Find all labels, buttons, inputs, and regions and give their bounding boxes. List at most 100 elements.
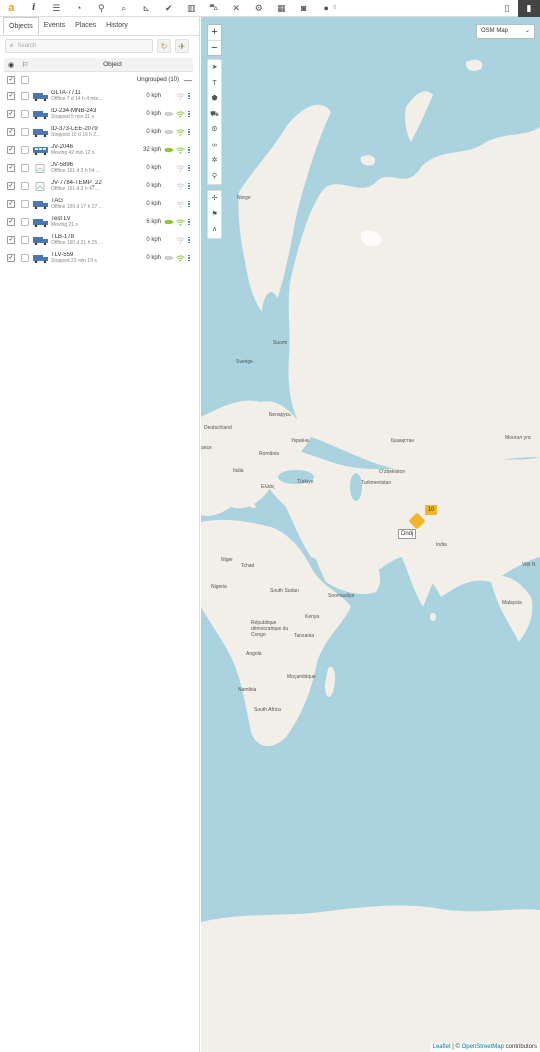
object-visible-checkbox[interactable]: ✓ bbox=[7, 236, 15, 244]
group-visible-checkbox[interactable]: ✓ bbox=[7, 76, 15, 84]
object-menu-icon[interactable] bbox=[185, 164, 193, 172]
zoom-in-button[interactable]: + bbox=[208, 25, 221, 40]
object-follow-checkbox[interactable] bbox=[21, 236, 29, 244]
refresh-button[interactable]: ↻ bbox=[157, 39, 171, 53]
object-row[interactable]: ✓ ID-234-MNB-243 Stopped 5 min 31 s 0 kph bbox=[4, 105, 193, 123]
object-follow-checkbox[interactable] bbox=[21, 200, 29, 208]
add-object-button[interactable]: ✈ bbox=[175, 39, 189, 53]
speedometer-icon[interactable]: ◔ bbox=[68, 0, 91, 17]
object-row[interactable]: ✓ TLV-559 Stopped 23 min 19 s 0 kph bbox=[4, 249, 193, 267]
object-follow-checkbox[interactable] bbox=[21, 254, 29, 262]
car-icon[interactable]: ⛍ bbox=[203, 0, 226, 17]
object-visible-checkbox[interactable]: ✓ bbox=[7, 254, 15, 262]
map-label-niger: Niger bbox=[221, 557, 233, 563]
object-menu-icon[interactable] bbox=[185, 254, 193, 262]
object-row[interactable]: ✓ JV-2046 Moving 42 min 12 s 32 kph bbox=[4, 141, 193, 159]
object-row[interactable]: ✓ Test LV Moving 21 s 6 kph bbox=[4, 213, 193, 231]
object-menu-icon[interactable] bbox=[185, 182, 193, 190]
object-visible-checkbox[interactable]: ✓ bbox=[7, 110, 15, 118]
chart-icon[interactable]: ⊾ bbox=[135, 0, 158, 17]
object-visible-checkbox[interactable]: ✓ bbox=[7, 146, 15, 154]
info-icon[interactable]: i bbox=[23, 0, 46, 17]
object-follow-checkbox[interactable] bbox=[21, 110, 29, 118]
search-input[interactable]: ⌕ Search bbox=[5, 39, 153, 53]
osm-link[interactable]: OpenStreetMap bbox=[462, 1044, 504, 1050]
navigate-icon[interactable]: ➤ bbox=[208, 60, 221, 76]
leaflet-link[interactable]: Leaflet bbox=[433, 1044, 451, 1050]
object-menu-icon[interactable] bbox=[185, 236, 193, 244]
tab-events[interactable]: Events bbox=[39, 17, 70, 35]
object-visible-checkbox[interactable]: ✓ bbox=[7, 200, 15, 208]
car-tool-icon[interactable]: ⛟ bbox=[208, 107, 221, 123]
map-type-select[interactable]: OSM Map ⌄ bbox=[476, 24, 535, 39]
object-visible-checkbox[interactable]: ✓ bbox=[7, 128, 15, 136]
follow-icon[interactable]: ⚐ bbox=[18, 61, 32, 69]
calendar-icon[interactable]: ▦ bbox=[270, 0, 293, 17]
group-follow-checkbox[interactable] bbox=[21, 76, 29, 84]
search-icon[interactable]: ⌕ bbox=[113, 0, 136, 17]
map-label-belarus: Беларусь bbox=[269, 412, 291, 418]
object-follow-checkbox[interactable] bbox=[21, 92, 29, 100]
object-menu-icon[interactable] bbox=[185, 146, 193, 154]
object-follow-checkbox[interactable] bbox=[21, 128, 29, 136]
object-visible-checkbox[interactable]: ✓ bbox=[7, 164, 15, 172]
route-tool-icon[interactable]: ∞ bbox=[208, 138, 221, 154]
object-row[interactable]: ✓ GLTA-7711 Offline 7 d 14 h 4 min... 0 kph bbox=[4, 87, 193, 105]
object-row[interactable]: ✓ JV-5896 Offline 161 d 3 h 54 ... 0 kph bbox=[4, 159, 193, 177]
notification-count: 0 bbox=[333, 5, 337, 11]
object-visible-checkbox[interactable]: ✓ bbox=[7, 218, 15, 226]
object-menu-icon[interactable] bbox=[185, 218, 193, 226]
object-visible-checkbox[interactable]: ✓ bbox=[7, 92, 15, 100]
gear-tool-icon[interactable]: ⚙ bbox=[208, 122, 221, 138]
map-view[interactable]: + − ➤ T ⬟ ⛟ ⚙ ∞ ✲ ⚲ ✢ ⚑ ∧ OSM Map ⌄ Norg… bbox=[201, 17, 540, 1052]
object-status: Offline 161 d 3 h 47... bbox=[51, 186, 99, 192]
object-row[interactable]: ✓ TLB-178 Offline 160 d 21 h 25 ... 0 kph bbox=[4, 231, 193, 249]
panel-toggle-icon[interactable]: ▮ bbox=[518, 0, 540, 17]
cluster-badge[interactable]: 10 bbox=[425, 505, 437, 515]
object-menu-icon[interactable] bbox=[185, 110, 193, 118]
map-label-uzbekistan: Oʻzbekiston bbox=[379, 469, 406, 475]
object-menu-icon[interactable] bbox=[185, 200, 193, 208]
refresh-icon: ↻ bbox=[160, 41, 168, 51]
object-row[interactable]: ✓ JV-7784-TEMP_22 Offline 161 d 3 h 47... 0… bbox=[4, 177, 193, 195]
settings-icon[interactable]: ☰ bbox=[45, 0, 68, 17]
app-logo[interactable]: a bbox=[0, 0, 23, 17]
mobile-icon[interactable]: ▯ bbox=[496, 0, 518, 17]
object-follow-checkbox[interactable] bbox=[21, 146, 29, 154]
object-row[interactable]: ✓ TAG Offline 109 d 17 h 27 ... 0 kph bbox=[4, 195, 193, 213]
tab-places[interactable]: Places bbox=[70, 17, 101, 35]
object-menu-icon[interactable] bbox=[185, 128, 193, 136]
check-icon[interactable]: ✔ bbox=[158, 0, 181, 17]
shield-icon[interactable]: ⬟ bbox=[208, 91, 221, 107]
map-label-india: India bbox=[436, 542, 447, 548]
map-tools: ➤ T ⬟ ⛟ ⚙ ∞ ✲ ⚲ bbox=[207, 59, 222, 185]
tab-history[interactable]: History bbox=[101, 17, 133, 35]
zoom-out-button[interactable]: − bbox=[208, 40, 221, 55]
tab-objects[interactable]: Objects bbox=[3, 17, 39, 35]
object-follow-checkbox[interactable] bbox=[21, 182, 29, 190]
map-pin-icon[interactable]: ⚲ bbox=[90, 0, 113, 17]
ruler-icon[interactable]: ∧ bbox=[208, 222, 221, 238]
book-icon[interactable]: ▥ bbox=[180, 0, 203, 17]
traffic-tool-icon[interactable]: ✲ bbox=[208, 153, 221, 169]
fit-bounds-icon[interactable]: ✢ bbox=[208, 191, 221, 207]
eye-icon[interactable]: ◉ bbox=[4, 61, 18, 69]
object-column-header[interactable]: Object bbox=[32, 61, 193, 68]
object-row[interactable]: ✓ ID-373-LEE-2079 Stopped 10 d 19 h 2... 0 … bbox=[4, 123, 193, 141]
marker-label[interactable]: Dndj bbox=[398, 529, 417, 539]
group-label[interactable]: Ungrouped (10) bbox=[32, 77, 183, 83]
text-tool-icon[interactable]: T bbox=[208, 76, 221, 92]
camera-icon[interactable]: ◙ bbox=[293, 0, 316, 17]
signal-icon bbox=[175, 164, 185, 172]
object-follow-checkbox[interactable] bbox=[21, 164, 29, 172]
object-visible-checkbox[interactable]: ✓ bbox=[7, 182, 15, 190]
object-status: Stopped 23 min 19 s bbox=[51, 258, 97, 264]
object-follow-checkbox[interactable] bbox=[21, 218, 29, 226]
object-menu-icon[interactable] bbox=[185, 92, 193, 100]
flag-icon[interactable]: ⚑ bbox=[208, 207, 221, 223]
gear-icon[interactable]: ⚙ bbox=[248, 0, 271, 17]
person-tool-icon[interactable]: ⚲ bbox=[208, 169, 221, 185]
collapse-icon[interactable]: — bbox=[183, 76, 193, 85]
map-label-norge: Norge bbox=[237, 195, 251, 201]
tools-icon[interactable]: ✕ bbox=[225, 0, 248, 17]
